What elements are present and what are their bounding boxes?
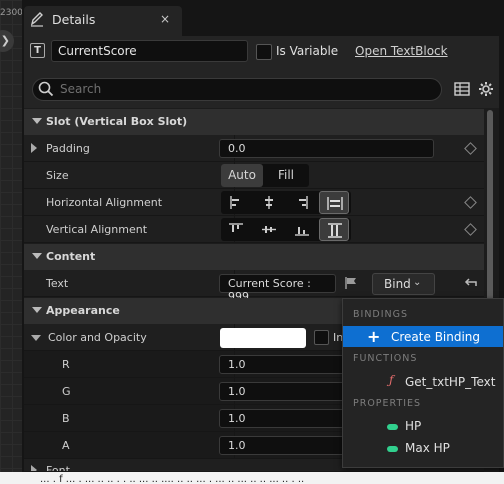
property-row-text: Text Current Score : 999 Bind ⌄: [24, 270, 484, 303]
close-icon[interactable]: ×: [160, 12, 170, 26]
reset-to-default-icon[interactable]: [464, 223, 477, 236]
size-label: Size: [46, 169, 69, 182]
plus-icon: +: [367, 327, 381, 346]
padding-label: Padding: [46, 142, 90, 155]
color-swatch[interactable]: [220, 328, 306, 348]
graph-canvas-strip: [0, 0, 22, 472]
align-fill-vertical-icon[interactable]: [319, 218, 349, 241]
gear-icon[interactable]: [478, 81, 494, 97]
padding-value-field[interactable]: 0.0: [219, 139, 434, 158]
section-slot[interactable]: Slot (Vertical Box Slot): [24, 109, 484, 135]
search-placeholder: Search: [60, 82, 102, 96]
align-left-icon[interactable]: [221, 191, 251, 214]
reset-arrow-icon[interactable]: [464, 276, 478, 290]
bind-dropdown[interactable]: Bind ⌄: [372, 273, 435, 295]
text-value-field[interactable]: Current Score : 999: [219, 274, 336, 303]
tab-title: Details: [52, 12, 96, 27]
expand-arrow-icon[interactable]: [31, 335, 41, 341]
align-top-icon[interactable]: [221, 218, 251, 241]
section-slot-label: Slot (Vertical Box Slot): [46, 115, 188, 128]
widget-name-input[interactable]: CurrentScore: [51, 40, 248, 62]
vertical-alignment-label: Vertical Alignment: [46, 223, 148, 236]
size-auto-button[interactable]: Auto: [221, 164, 263, 187]
property-menu-item-hp[interactable]: HP: [405, 419, 421, 433]
align-bottom-icon[interactable]: [287, 218, 317, 241]
function-icon: ƒ: [389, 373, 394, 387]
property-menu-item-max-hp[interactable]: Max HP: [405, 441, 450, 455]
align-right-icon[interactable]: [287, 191, 317, 214]
text-label: Text: [46, 277, 69, 290]
a-label: A: [62, 439, 70, 452]
b-label: B: [62, 412, 70, 425]
graph-coordinate-label: 2300: [0, 8, 22, 18]
color-opacity-label: Color and Opacity: [48, 331, 147, 344]
align-middle-icon[interactable]: [254, 218, 284, 241]
variable-pill-icon: [387, 446, 398, 452]
expand-arrow-icon[interactable]: [31, 465, 37, 471]
bindings-heading: BINDINGS: [353, 309, 409, 320]
vertical-alignment-group: [221, 218, 351, 241]
create-binding-label: Create Binding: [391, 330, 481, 344]
properties-heading: PROPERTIES: [353, 398, 422, 409]
expand-arrow-icon: [32, 253, 42, 259]
horizontal-alignment-label: Horizontal Alignment: [46, 196, 163, 209]
section-content-label: Content: [46, 250, 96, 263]
reset-to-default-icon[interactable]: [464, 142, 477, 155]
section-content[interactable]: Content: [24, 244, 484, 270]
r-label: R: [62, 358, 70, 371]
pencil-icon: [30, 11, 44, 27]
horizontal-alignment-group: [221, 191, 351, 214]
function-menu-item[interactable]: Get_txtHP_Text: [405, 375, 495, 389]
functions-heading: FUNCTIONS: [353, 353, 418, 364]
expand-arrow-icon: [32, 118, 42, 124]
property-row-size: Size Auto Fill: [24, 162, 484, 189]
variable-pill-icon: [387, 424, 398, 430]
expand-arrow-icon: [32, 307, 42, 313]
align-fill-icon[interactable]: [319, 191, 349, 214]
property-row-horizontal-alignment: Horizontal Alignment: [24, 189, 484, 216]
property-row-vertical-alignment: Vertical Alignment: [24, 216, 484, 243]
tab-details[interactable]: [24, 6, 182, 36]
section-appearance-label: Appearance: [46, 304, 120, 317]
inherit-checkbox[interactable]: [314, 330, 329, 345]
is-variable-checkbox[interactable]: [256, 44, 272, 60]
bind-label: Bind: [384, 277, 411, 291]
expand-arrow-icon[interactable]: [31, 143, 37, 153]
size-toggle: Auto Fill: [221, 164, 309, 187]
bottom-caption-fragment: ... . f ... . ... .. .. . . .. ... .. ..…: [40, 474, 305, 484]
property-row-padding: Padding 0.0: [24, 135, 484, 162]
search-icon: [38, 81, 54, 97]
flag-icon[interactable]: [344, 276, 358, 290]
reset-to-default-icon[interactable]: [464, 196, 477, 209]
chevron-down-icon: ⌄: [413, 277, 422, 288]
font-label: Font: [46, 464, 70, 472]
text-widget-icon: T: [30, 43, 45, 58]
is-variable-label: Is Variable: [276, 44, 339, 58]
size-fill-button[interactable]: Fill: [265, 164, 307, 187]
g-label: G: [62, 385, 71, 398]
open-textblock-link[interactable]: Open TextBlock: [355, 44, 448, 58]
align-center-icon[interactable]: [254, 191, 284, 214]
table-view-icon[interactable]: [454, 82, 470, 96]
